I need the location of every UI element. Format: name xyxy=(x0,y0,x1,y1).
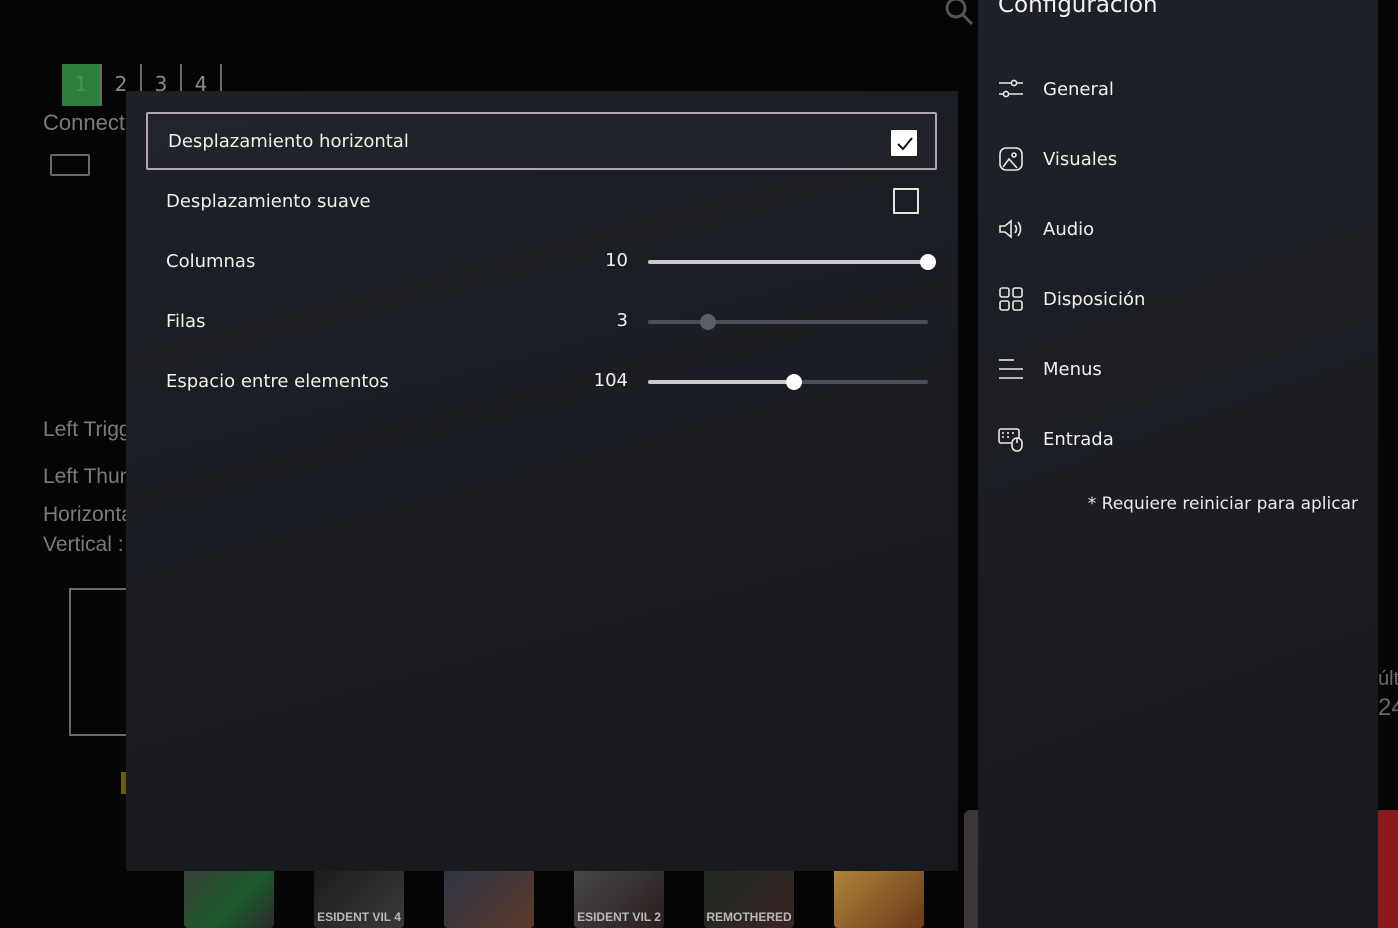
nav-item-visuales[interactable]: Visuales xyxy=(998,135,1358,183)
spacing-slider-thumb[interactable] xyxy=(786,374,802,390)
thumbstick-area xyxy=(69,588,129,736)
vertical-label: Vertical : xyxy=(43,533,124,556)
nav-label-disposicion: Disposición xyxy=(1043,288,1146,310)
smooth-scroll-row[interactable]: Desplazamiento suave xyxy=(146,172,937,230)
check-icon xyxy=(897,137,913,151)
restart-note: * Requiere reiniciar para aplicar xyxy=(1087,494,1358,514)
spacing-slider-fill xyxy=(648,380,794,384)
nav-label-menus: Menus xyxy=(1043,358,1102,380)
nav-label-audio: Audio xyxy=(1043,218,1095,240)
rows-slider[interactable] xyxy=(648,314,928,330)
smooth-scroll-checkbox[interactable] xyxy=(893,188,919,214)
columns-row[interactable]: Columnas 10 xyxy=(146,232,937,290)
grid-icon xyxy=(998,286,1024,312)
left-thumb-label: Left Thun xyxy=(43,465,132,488)
rows-slider-fill xyxy=(648,320,708,324)
right-edge-text: últi xyxy=(1378,668,1398,690)
right-edge-number: 24 xyxy=(1378,694,1398,721)
sliders-icon xyxy=(998,76,1024,102)
rows-value: 3 xyxy=(616,310,628,331)
speaker-icon xyxy=(998,216,1024,242)
spacing-slider[interactable] xyxy=(648,374,928,390)
player-tab-1[interactable]: 1 xyxy=(62,64,102,106)
connected-status: Connecte xyxy=(43,110,138,135)
game-cover xyxy=(1378,810,1398,928)
nav-label-general: General xyxy=(1043,78,1114,100)
layout-settings-panel: Desplazamiento horizontal Desplazamiento… xyxy=(126,91,958,871)
nav-item-general[interactable]: General xyxy=(998,65,1358,113)
left-trigger-label: Left Trigg xyxy=(43,418,131,441)
horizontal-label: Horizonta xyxy=(43,503,133,526)
settings-nav-panel: Configuración General Visuales Audio Dis… xyxy=(978,0,1378,928)
nav-label-visuales: Visuales xyxy=(1043,148,1118,170)
nav-title: Configuración xyxy=(998,0,1158,18)
keyboard-mouse-icon xyxy=(998,426,1024,452)
horizontal-scroll-checkbox[interactable] xyxy=(891,130,917,156)
search-icon xyxy=(945,0,974,26)
spacing-row[interactable]: Espacio entre elementos 104 xyxy=(146,352,937,410)
image-icon xyxy=(998,146,1024,172)
columns-slider-thumb[interactable] xyxy=(920,254,936,270)
rows-slider-thumb[interactable] xyxy=(700,314,716,330)
columns-slider[interactable] xyxy=(648,254,936,270)
horizontal-scroll-row[interactable]: Desplazamiento horizontal xyxy=(146,112,937,170)
controller-icon xyxy=(50,154,90,176)
rows-row[interactable]: Filas 3 xyxy=(146,292,937,350)
nav-item-disposicion[interactable]: Disposición xyxy=(998,275,1358,323)
columns-slider-fill xyxy=(648,260,928,264)
smooth-scroll-label: Desplazamiento suave xyxy=(166,190,371,212)
nav-item-entrada[interactable]: Entrada xyxy=(998,415,1358,463)
horizontal-scroll-label: Desplazamiento horizontal xyxy=(168,130,409,152)
nav-item-audio[interactable]: Audio xyxy=(998,205,1358,253)
nav-label-entrada: Entrada xyxy=(1043,428,1114,450)
menu-lines-icon xyxy=(998,356,1024,382)
columns-value: 10 xyxy=(605,250,628,271)
spacing-value: 104 xyxy=(593,370,628,391)
nav-item-menus[interactable]: Menus xyxy=(998,345,1358,393)
